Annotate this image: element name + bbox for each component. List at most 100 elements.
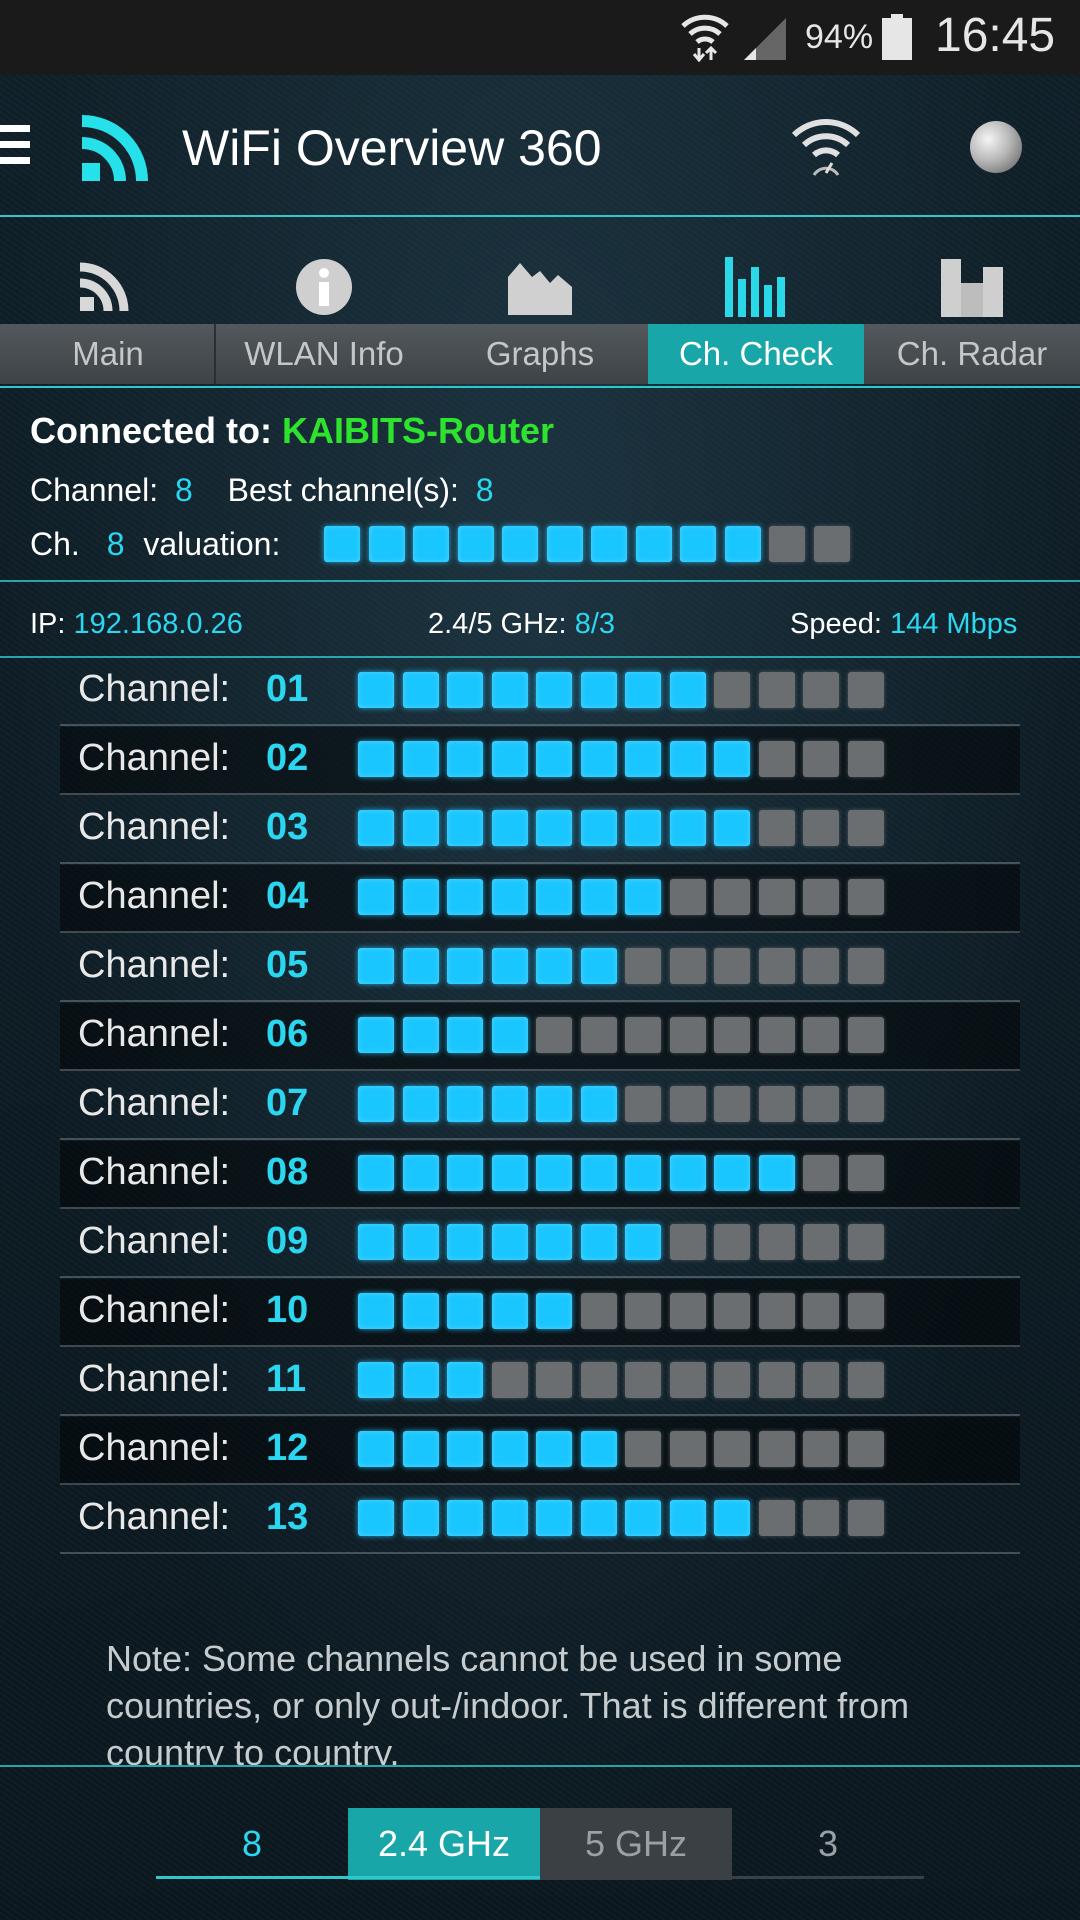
cell-signal-icon bbox=[744, 18, 786, 60]
level-square-off bbox=[714, 948, 750, 984]
channel-row: Channel: 09 bbox=[60, 1210, 1020, 1278]
tab-main[interactable]: Main bbox=[0, 217, 216, 387]
clock: 16:45 bbox=[935, 9, 1056, 62]
level-square-on bbox=[625, 1155, 661, 1191]
level-square-on bbox=[536, 948, 572, 984]
level-square-on bbox=[447, 672, 483, 708]
level-square-off bbox=[625, 1362, 661, 1398]
level-square-on bbox=[447, 1362, 483, 1398]
channel-row: Channel: 03 bbox=[60, 796, 1020, 864]
channel-row-number: 03 bbox=[266, 806, 309, 848]
level-square-off bbox=[714, 1293, 750, 1329]
channel-row-label: Channel: bbox=[78, 944, 231, 986]
valuation-channel: 8 bbox=[106, 526, 125, 562]
level-square-on bbox=[447, 1431, 483, 1467]
level-square-on bbox=[714, 810, 750, 846]
level-square-on bbox=[402, 1017, 439, 1053]
bars-icon bbox=[725, 257, 785, 317]
channel-row-number: 05 bbox=[266, 944, 309, 986]
level-square-off bbox=[669, 879, 706, 915]
channel-row-label: Channel: bbox=[78, 1151, 231, 1193]
level-square-off bbox=[625, 1431, 661, 1467]
level-square-on bbox=[447, 1155, 483, 1191]
level-square-off bbox=[714, 1224, 750, 1260]
level-square-on bbox=[358, 879, 394, 915]
valuation-line: Ch. 8 valuation: bbox=[30, 526, 280, 563]
note-text: Note: Some channels cannot be used in so… bbox=[106, 1638, 910, 1765]
tab-wlan-info[interactable]: WLAN Info bbox=[216, 217, 432, 387]
level-square-on bbox=[669, 810, 706, 846]
globe-icon[interactable] bbox=[970, 121, 1022, 173]
best-channel-value: 8 bbox=[475, 472, 494, 508]
channel-row: Channel: 12 bbox=[60, 1417, 1020, 1485]
level-square-on bbox=[491, 1017, 528, 1053]
channel-row-label: Channel: bbox=[78, 1496, 231, 1538]
level-square-off bbox=[758, 741, 795, 777]
channel-row-label: Channel: bbox=[78, 737, 231, 779]
graphs-icon bbox=[508, 263, 572, 315]
level-square-off bbox=[625, 1293, 661, 1329]
level-square-on bbox=[714, 741, 750, 777]
battery-icon bbox=[882, 14, 912, 60]
speed-value: 144 Mbps bbox=[889, 608, 1018, 640]
level-square-off bbox=[491, 1362, 528, 1398]
tab-graphs[interactable]: Graphs bbox=[432, 217, 648, 387]
level-square-on bbox=[402, 1293, 439, 1329]
level-square-on bbox=[580, 1224, 617, 1260]
connected-label: Connected to: bbox=[30, 410, 272, 451]
level-square-on bbox=[447, 1086, 483, 1122]
level-square-off bbox=[758, 879, 795, 915]
level-square-on bbox=[536, 1224, 572, 1260]
level-square-on bbox=[402, 948, 439, 984]
rss-icon bbox=[79, 262, 129, 312]
menu-icon[interactable] bbox=[0, 125, 30, 165]
level-square-on bbox=[358, 1293, 394, 1329]
level-square-on bbox=[324, 526, 360, 562]
tab-ch-radar[interactable]: Ch. Radar bbox=[864, 217, 1080, 387]
level-square-on bbox=[635, 526, 672, 562]
level-square-off bbox=[847, 1224, 884, 1260]
level-square-off bbox=[758, 1500, 795, 1536]
level-square-on bbox=[536, 672, 572, 708]
level-square-on bbox=[580, 1155, 617, 1191]
level-square-off bbox=[803, 1017, 839, 1053]
level-square-on bbox=[714, 1155, 750, 1191]
level-square-on bbox=[669, 1155, 706, 1191]
level-square-off bbox=[758, 1086, 795, 1122]
level-square-off bbox=[758, 1224, 795, 1260]
wifi-status-icon bbox=[681, 14, 729, 62]
level-square-off bbox=[669, 1362, 706, 1398]
level-square-off bbox=[758, 672, 795, 708]
band-5-toggle[interactable]: 5 GHz bbox=[540, 1808, 732, 1880]
wifi-speed-icon[interactable] bbox=[790, 117, 862, 177]
level-square-on bbox=[402, 672, 439, 708]
level-square-on bbox=[536, 879, 572, 915]
channel-row-number: 09 bbox=[266, 1220, 309, 1262]
level-square-on bbox=[580, 1086, 617, 1122]
tab-label: Ch. Check bbox=[648, 324, 864, 384]
level-square-on bbox=[625, 879, 661, 915]
level-square-on bbox=[402, 741, 439, 777]
band-24-toggle[interactable]: 2.4 GHz bbox=[348, 1808, 540, 1880]
level-square-off bbox=[669, 1224, 706, 1260]
band-5-underline bbox=[540, 1876, 924, 1879]
level-square-off bbox=[813, 526, 850, 562]
level-square-on bbox=[536, 1155, 572, 1191]
ip-value: 192.168.0.26 bbox=[73, 608, 243, 640]
tab-underline bbox=[0, 386, 1080, 388]
channel-row: Channel: 02 bbox=[60, 727, 1020, 795]
channel-row: Channel: 05 bbox=[60, 934, 1020, 1002]
channel-row-number: 07 bbox=[266, 1082, 309, 1124]
level-square-on bbox=[402, 1362, 439, 1398]
level-square-off bbox=[847, 672, 884, 708]
level-square-off bbox=[714, 1362, 750, 1398]
valuation-prefix: Ch. bbox=[30, 526, 80, 562]
level-square-on bbox=[491, 1431, 528, 1467]
level-square-on bbox=[447, 1017, 483, 1053]
level-square-off bbox=[625, 948, 661, 984]
tab-ch-check[interactable]: Ch. Check bbox=[648, 217, 864, 387]
level-square-off bbox=[803, 1086, 839, 1122]
level-square-off bbox=[669, 1017, 706, 1053]
channel-line: Channel: 8 Best channel(s): 8 bbox=[30, 472, 494, 509]
level-square-on bbox=[447, 1500, 483, 1536]
